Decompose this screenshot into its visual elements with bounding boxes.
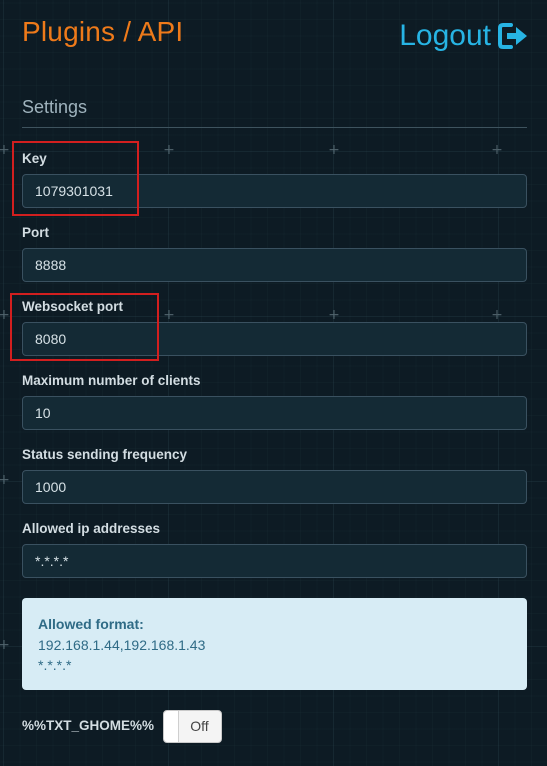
key-input[interactable] xyxy=(22,174,527,208)
settings-title: Settings xyxy=(22,97,88,117)
max-clients-label: Maximum number of clients xyxy=(22,373,201,388)
grid-plus-icon: + xyxy=(163,307,175,323)
grid-plus-icon: + xyxy=(328,307,340,323)
grid-plus-icon: + xyxy=(0,472,10,488)
grid-plus-icon: + xyxy=(0,142,10,158)
info-wildcard-line: *.*.*.* xyxy=(38,657,72,673)
toggle-state-text: Off xyxy=(190,718,209,734)
info-title: Allowed format: xyxy=(38,616,144,632)
ghome-toggle[interactable]: Off xyxy=(163,710,222,743)
grid-plus-icon: + xyxy=(491,142,503,158)
logout-icon xyxy=(497,22,529,50)
grid-plus-icon: + xyxy=(491,307,503,323)
grid-plus-icon: + xyxy=(0,637,10,653)
status-frequency-label: Status sending frequency xyxy=(22,447,188,462)
allowed-ips-input[interactable] xyxy=(22,544,527,578)
page-title: Plugins / API xyxy=(22,16,184,47)
max-clients-input[interactable] xyxy=(22,396,527,430)
port-label: Port xyxy=(22,225,49,240)
toggle-handle xyxy=(164,711,179,742)
section-divider xyxy=(22,127,527,128)
status-frequency-input[interactable] xyxy=(22,470,527,504)
allowed-format-info: Allowed format: 192.168.1.44,192.168.1.4… xyxy=(22,598,527,690)
port-input[interactable] xyxy=(22,248,527,282)
info-example-line: 192.168.1.44,192.168.1.43 xyxy=(38,637,206,653)
allowed-ips-label: Allowed ip addresses xyxy=(22,521,161,536)
key-label: Key xyxy=(22,151,47,166)
logout-button[interactable]: Logout xyxy=(399,19,529,53)
websocket-port-label: Websocket port xyxy=(22,299,124,314)
ghome-toggle-label: %%TXT_GHOME%% xyxy=(22,718,155,733)
logout-label: Logout xyxy=(399,19,491,52)
grid-plus-icon: + xyxy=(0,307,10,323)
grid-plus-icon: + xyxy=(163,142,175,158)
grid-plus-icon: + xyxy=(328,142,340,158)
websocket-port-input[interactable] xyxy=(22,322,527,356)
